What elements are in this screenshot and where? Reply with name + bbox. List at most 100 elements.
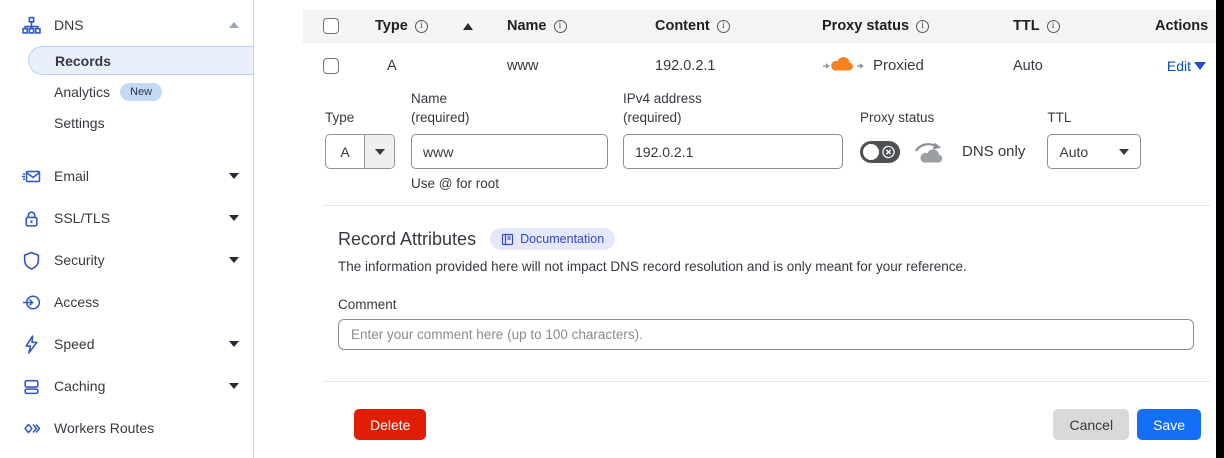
sidebar-item-security[interactable]: Security — [0, 239, 253, 281]
caching-stack-icon — [22, 377, 41, 396]
chevron-down-icon[interactable] — [1194, 62, 1206, 70]
record-name: www — [507, 58, 538, 74]
section-title: Record Attributes — [338, 229, 476, 250]
sidebar-item-label: Speed — [54, 336, 94, 352]
form-footer: Delete Cancel Save — [303, 409, 1216, 440]
sidebar-item-label: Workers Routes — [54, 420, 154, 436]
comment-label: Comment — [338, 297, 1194, 312]
sidebar-nav: Email SSL/TLS — [0, 155, 253, 458]
column-header-proxy-status[interactable]: Proxy status — [822, 18, 909, 34]
dns-sitemap-icon — [22, 16, 41, 35]
proxy-toggle[interactable] — [860, 141, 900, 163]
edit-link[interactable]: Edit — [1167, 58, 1191, 74]
sidebar-item-dns[interactable]: DNS — [0, 14, 253, 36]
info-icon[interactable] — [415, 20, 428, 33]
shield-icon — [22, 251, 41, 270]
documentation-label: Documentation — [520, 232, 604, 246]
sidebar-item-speed[interactable]: Speed — [0, 323, 253, 365]
new-badge: New — [120, 83, 162, 101]
workers-brackets-icon — [22, 419, 41, 438]
email-icon — [22, 167, 41, 186]
sidebar-item-settings[interactable]: Settings — [0, 109, 253, 137]
dns-records-panel: Type Name Content Proxy status TTL Actio… — [303, 0, 1216, 458]
sidebar-item-label: Analytics — [54, 84, 110, 100]
chevron-down-icon[interactable] — [364, 135, 394, 168]
footer-divider — [322, 381, 1210, 382]
records-table-header: Type Name Content Proxy status TTL Actio… — [303, 10, 1216, 42]
access-login-icon — [22, 293, 41, 312]
book-icon — [501, 233, 514, 246]
sidebar-item-label: Access — [54, 294, 99, 310]
cancel-button[interactable]: Cancel — [1053, 409, 1129, 440]
info-icon[interactable] — [916, 20, 929, 33]
dns-records-page: DNS Records Analytics New Settings E — [0, 0, 1224, 458]
chevron-up-icon[interactable] — [229, 22, 239, 28]
column-header-ttl[interactable]: TTL — [1013, 18, 1040, 34]
select-all-checkbox[interactable] — [323, 18, 339, 34]
chevron-down-icon[interactable] — [229, 215, 239, 221]
ipv4-label: IPv4 address — [623, 89, 843, 109]
chevron-down-icon[interactable] — [229, 383, 239, 389]
table-row: A www 192.0.2.1 Proxied Auto Edit — [303, 42, 1216, 88]
ttl-select[interactable]: Auto — [1047, 134, 1141, 169]
proxy-status-value: Proxied — [873, 57, 924, 74]
chevron-down-icon[interactable] — [229, 257, 239, 263]
dns-only-cloud-icon — [913, 139, 949, 165]
record-content: 192.0.2.1 — [655, 58, 715, 74]
type-select[interactable]: A — [325, 134, 395, 169]
delete-button[interactable]: Delete — [354, 409, 426, 440]
ttl-label: TTL — [1047, 108, 1141, 128]
record-type: A — [387, 58, 397, 74]
window-edge-strip — [1216, 0, 1224, 458]
column-header-type[interactable]: Type — [375, 18, 408, 34]
edit-record-form: Type A Name (required) Use @ for root IP… — [303, 88, 1216, 205]
info-icon[interactable] — [1047, 20, 1060, 33]
chevron-down-icon[interactable] — [229, 341, 239, 347]
sidebar-item-records[interactable]: Records — [28, 46, 253, 75]
sidebar-item-label: DNS — [54, 17, 84, 33]
chevron-down-icon[interactable] — [229, 173, 239, 179]
lock-icon — [22, 209, 41, 228]
record-ttl: Auto — [1013, 58, 1043, 74]
sidebar-item-label: Security — [54, 252, 105, 268]
sidebar-item-analytics[interactable]: Analytics New — [0, 78, 253, 106]
proxied-cloud-icon — [822, 54, 864, 78]
name-required-label: (required) — [411, 108, 608, 128]
proxy-state-text: DNS only — [962, 143, 1025, 160]
name-label: Name — [411, 89, 608, 109]
chevron-down-icon — [1119, 149, 1129, 155]
edit-action[interactable]: Edit — [1167, 58, 1216, 74]
record-attributes-section: Record Attributes Documentation The info… — [303, 206, 1216, 350]
name-helper-text: Use @ for root — [411, 176, 608, 191]
attributes-description: The information provided here will not i… — [338, 259, 1194, 274]
sidebar-item-rules[interactable]: Rules — [0, 449, 253, 458]
sidebar-item-label: Caching — [54, 378, 105, 394]
sidebar-item-label: Email — [54, 168, 89, 184]
ipv4-required-label: (required) — [623, 108, 843, 128]
row-checkbox[interactable] — [323, 58, 339, 74]
sidebar-item-label: Records — [55, 53, 111, 69]
type-select-value: A — [326, 135, 364, 168]
sidebar-item-workers-routes[interactable]: Workers Routes — [0, 407, 253, 449]
save-button[interactable]: Save — [1137, 409, 1201, 440]
ttl-select-value: Auto — [1059, 144, 1088, 160]
sidebar-item-email[interactable]: Email — [0, 155, 253, 197]
type-label: Type — [325, 108, 395, 128]
info-icon[interactable] — [554, 20, 567, 33]
sidebar-item-access[interactable]: Access — [0, 281, 253, 323]
name-field[interactable] — [411, 134, 608, 169]
proxy-status-label: Proxy status — [860, 108, 1025, 128]
sort-ascending-icon[interactable] — [463, 23, 473, 30]
documentation-link[interactable]: Documentation — [490, 228, 615, 250]
sidebar-item-ssl-tls[interactable]: SSL/TLS — [0, 197, 253, 239]
info-icon[interactable] — [717, 20, 730, 33]
lightning-icon — [22, 335, 41, 354]
sidebar-item-label: Settings — [54, 115, 105, 131]
comment-field[interactable] — [338, 319, 1194, 350]
sidebar-item-label: SSL/TLS — [54, 210, 110, 226]
ipv4-address-field[interactable] — [623, 134, 843, 169]
sidebar-item-caching[interactable]: Caching — [0, 365, 253, 407]
column-header-actions: Actions — [1155, 18, 1208, 34]
column-header-content[interactable]: Content — [655, 18, 710, 34]
column-header-name[interactable]: Name — [507, 18, 547, 34]
